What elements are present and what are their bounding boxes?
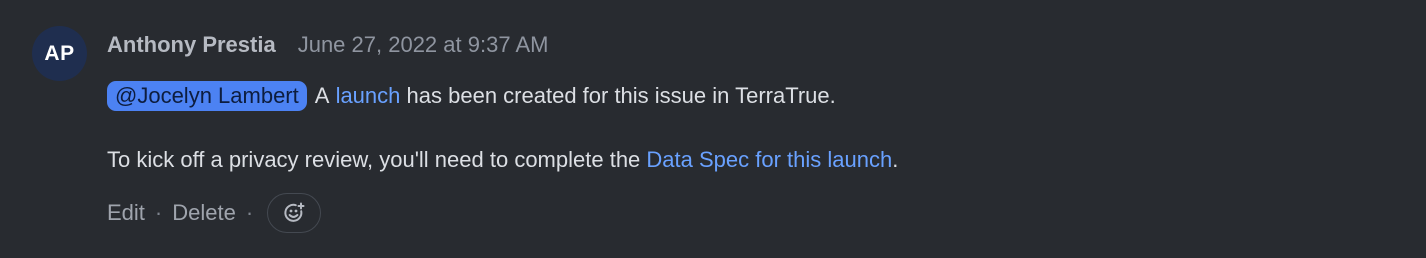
separator: · (154, 200, 163, 225)
avatar-initials: AP (44, 41, 75, 65)
smiley-add-icon (284, 202, 305, 222)
separator: · (245, 200, 254, 225)
author-name[interactable]: Anthony Prestia (107, 32, 276, 58)
avatar[interactable]: AP (32, 26, 87, 81)
body-text: has been created for this issue in Terra… (406, 83, 836, 108)
comment-header: Anthony Prestia June 27, 2022 at 9:37 AM (107, 30, 548, 60)
launch-link[interactable]: launch (336, 83, 401, 109)
comment-timestamp[interactable]: June 27, 2022 at 9:37 AM (298, 32, 549, 58)
body-text: To kick off a privacy review, you'll nee… (107, 147, 641, 172)
comment: AP Anthony Prestia June 27, 2022 at 9:37… (0, 0, 1426, 258)
comment-actions: Edit · Delete · (107, 192, 322, 234)
data-spec-link[interactable]: Data Spec for this launch (646, 147, 892, 173)
comment-body-line-2: To kick off a privacy review, you'll nee… (107, 143, 898, 177)
body-text: A (314, 83, 330, 108)
delete-button[interactable]: Delete (172, 200, 236, 226)
body-text: . (892, 147, 899, 172)
user-mention[interactable]: @Jocelyn Lambert (107, 81, 307, 111)
edit-button[interactable]: Edit (107, 200, 145, 226)
add-reaction-button[interactable] (267, 193, 322, 233)
comment-body-line-1: @Jocelyn Lambert A launch has been creat… (107, 79, 836, 113)
